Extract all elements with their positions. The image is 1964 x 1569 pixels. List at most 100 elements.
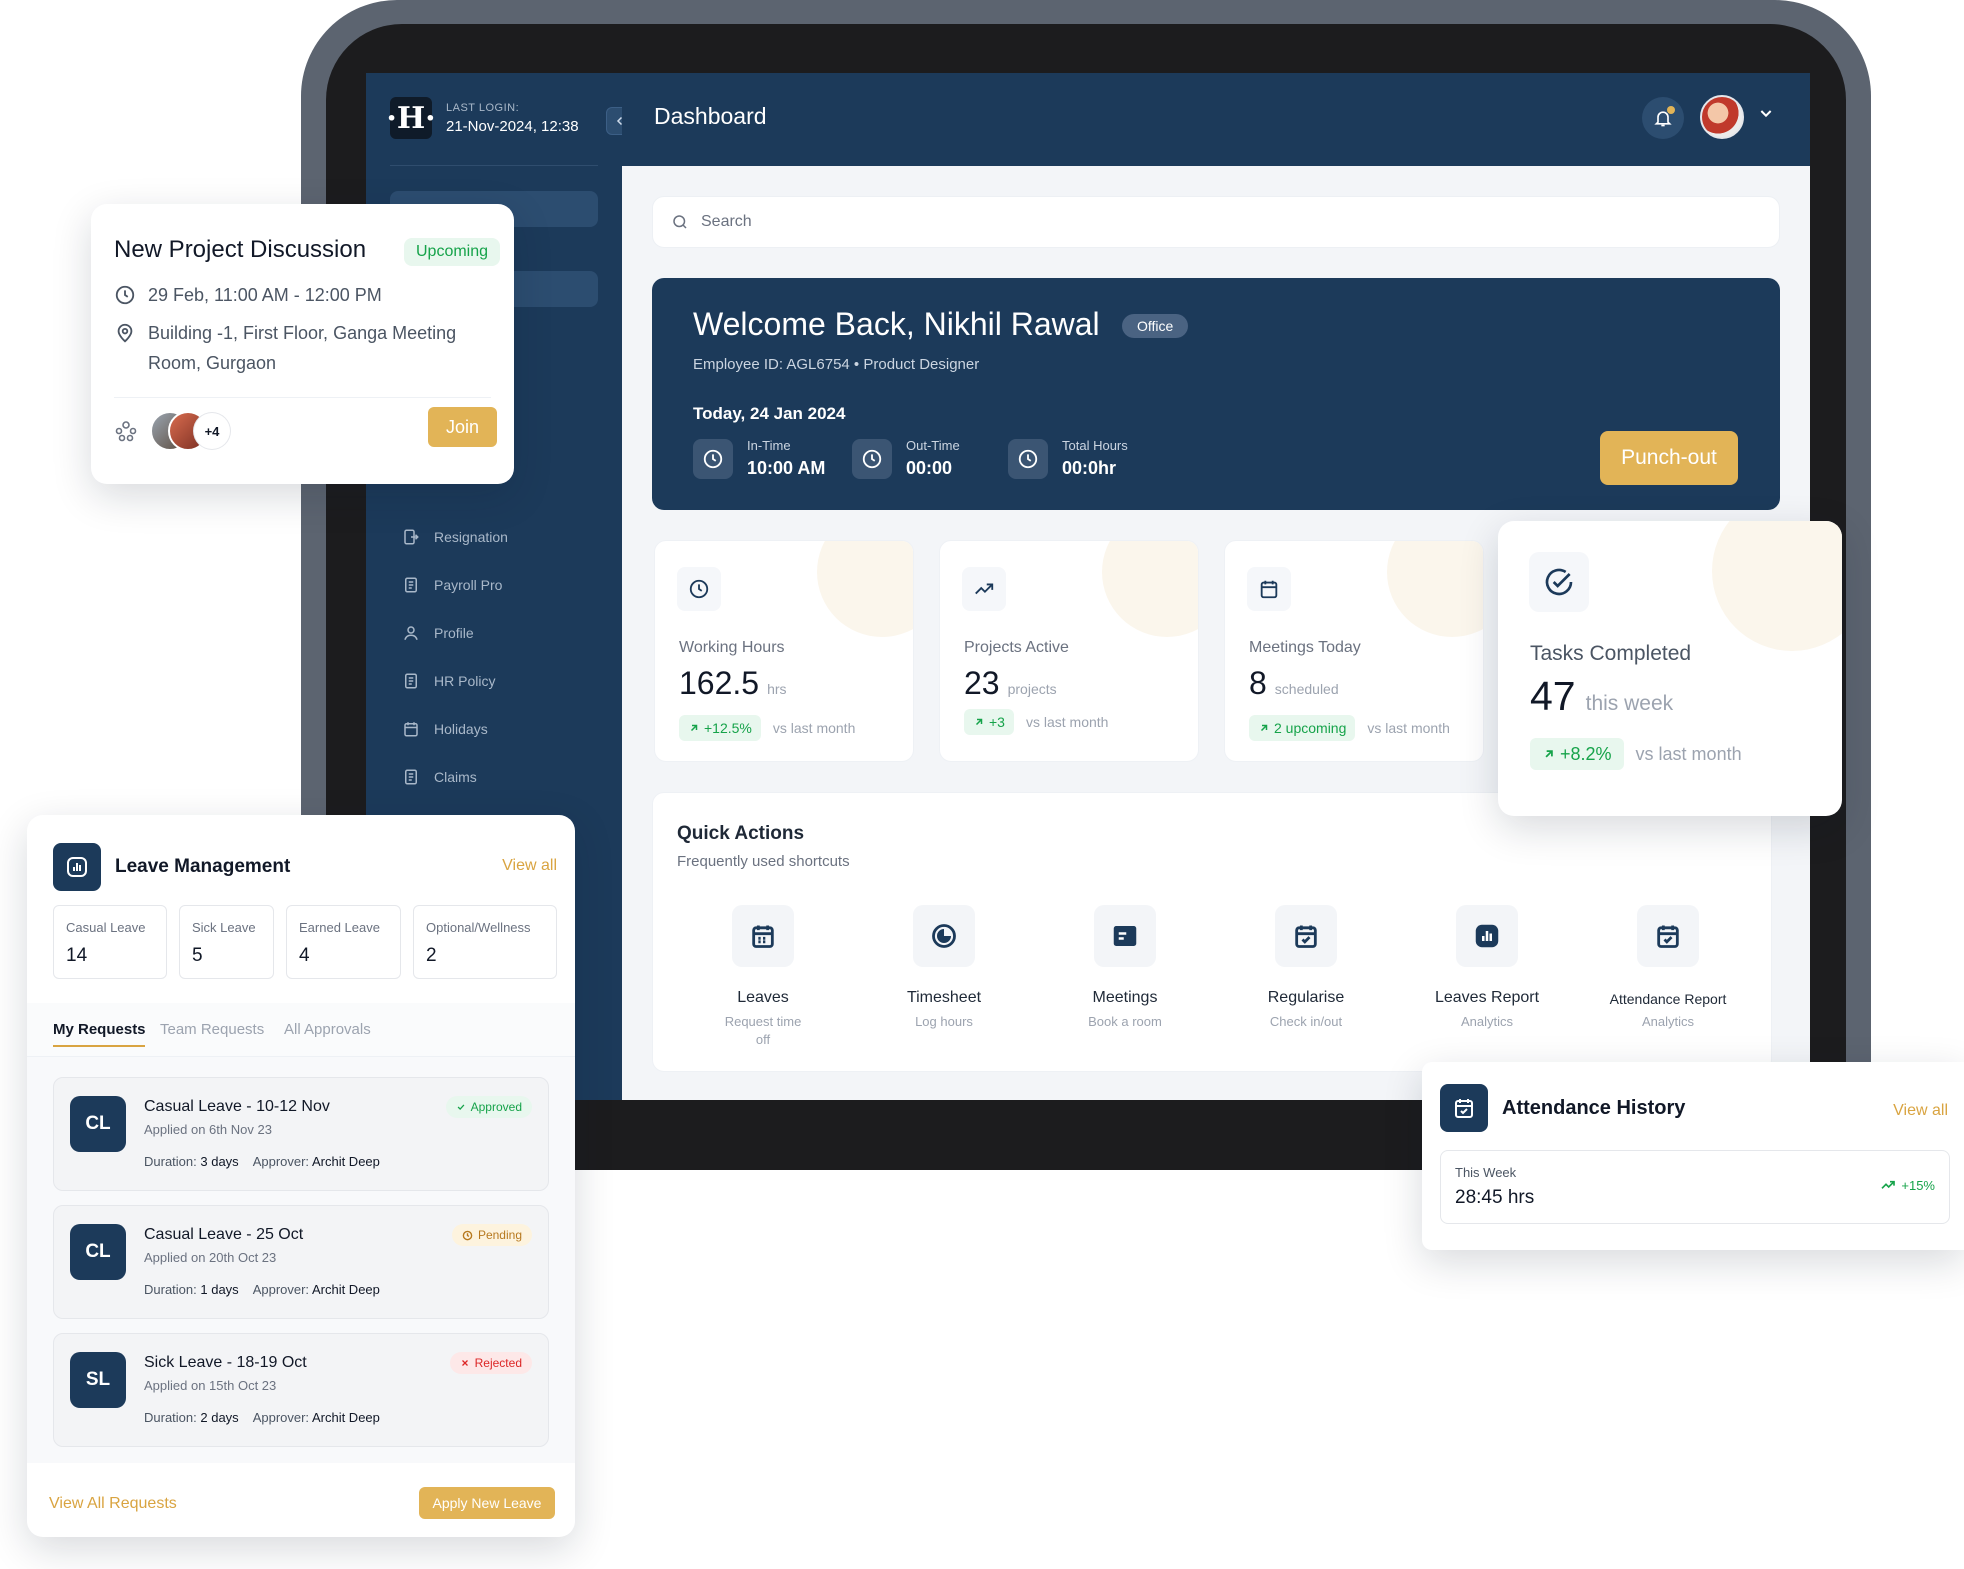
stat-card-projects-active: Projects Active 23 projects +3 vs last m…: [939, 540, 1199, 762]
leave-type-badge: SL: [70, 1352, 126, 1408]
request-applied-date: Applied on 20th Oct 23: [144, 1250, 277, 1265]
leave-type-badge: CL: [70, 1224, 126, 1280]
brand-logo[interactable]: ·H·: [386, 97, 436, 139]
duration-label: Duration:: [144, 1282, 197, 1297]
trend-badge: 2 upcoming: [1249, 715, 1356, 741]
document-icon: [405, 673, 417, 689]
week-hours: 28:45 hrs: [1455, 1187, 1535, 1208]
quick-action-label: Timesheet: [906, 989, 982, 1006]
card-decoration: [1102, 541, 1198, 637]
calendar-icon: [1247, 567, 1291, 611]
last-login-value: 21-Nov-2024, 12:38: [446, 117, 579, 135]
apply-new-leave-button[interactable]: Apply New Leave: [419, 1487, 555, 1519]
sidebar-item-claims[interactable]: Claims: [402, 753, 508, 801]
quick-action-timesheet[interactable]: Timesheet Log hours: [864, 905, 1024, 1031]
location-pin-icon: [117, 323, 133, 343]
meeting-location: Building -1, First Floor, Ganga Meeting …: [148, 323, 457, 373]
search-input[interactable]: Search: [701, 213, 752, 231]
leave-request-item[interactable]: CL Casual Leave - 25 Oct Applied on 20th…: [53, 1205, 549, 1319]
today-date: Today, 24 Jan 2024: [693, 404, 846, 423]
quick-action-desc: Request time off: [724, 1014, 802, 1047]
sidebar-item-hr-policy[interactable]: HR Policy: [402, 657, 508, 705]
out-time-value: 00:00: [906, 458, 953, 478]
notifications-button[interactable]: [1642, 97, 1684, 139]
quick-action-leaves[interactable]: Leaves Request time off: [683, 905, 843, 1049]
request-title: Casual Leave - 25 Oct: [144, 1226, 304, 1243]
leave-request-item[interactable]: SL Sick Leave - 18-19 Oct Applied on 15t…: [53, 1333, 549, 1447]
quick-action-attendance-report[interactable]: Attendance Report Analytics: [1588, 905, 1748, 1031]
welcome-title: Welcome Back, Nikhil Rawal: [693, 306, 1100, 342]
quick-action-regularise[interactable]: Regularise Check in/out: [1226, 905, 1386, 1031]
sidebar-item-label: Profile: [434, 625, 474, 641]
user-icon: [404, 626, 418, 640]
trend-badge: +12.5%: [679, 715, 761, 741]
sidebar-item-label: Resignation: [434, 529, 508, 545]
trend-note: vs last month: [1367, 720, 1450, 736]
duration-value: 2 days: [200, 1410, 239, 1425]
punch-out-button[interactable]: Punch-out: [1600, 431, 1738, 485]
check-circle-icon: [1529, 552, 1589, 612]
trend-value: +12.5%: [704, 720, 752, 736]
arrow-up-right-icon: [690, 724, 698, 732]
stat-value: 8: [1249, 665, 1267, 701]
quick-action-desc: Analytics: [1641, 1014, 1695, 1029]
sidebar-item-profile[interactable]: Profile: [402, 609, 508, 657]
quick-action-leaves-report[interactable]: Leaves Report Analytics: [1407, 905, 1567, 1031]
quick-action-desc: Book a room: [1088, 1014, 1162, 1029]
card-decoration: [1712, 521, 1842, 651]
sidebar-item-resignation[interactable]: Resignation: [402, 513, 508, 561]
total-hours-value: 00:0hr: [1062, 458, 1117, 478]
tasks-completed-card: Tasks Completed 47 this week +8.2% vs la…: [1498, 521, 1842, 816]
sidebar-item-label: Payroll Pro: [434, 577, 503, 593]
quick-actions-title: Quick Actions: [677, 823, 805, 844]
sidebar-nav: Resignation Payroll Pro Profile HR Polic…: [402, 513, 508, 801]
document-icon: [405, 577, 417, 593]
clock-icon: [913, 905, 975, 967]
leave-view-all-link[interactable]: View all: [502, 857, 557, 875]
leave-balances: Casual Leave 14 Sick Leave 5 Earned Leav…: [53, 905, 557, 979]
tasks-value: 47: [1530, 673, 1576, 719]
tab-my-requests[interactable]: My Requests: [53, 1021, 146, 1038]
work-mode-badge: Office: [1122, 314, 1189, 338]
arrow-up-right-icon: [975, 718, 983, 726]
total-hours-label: Total Hours: [1062, 438, 1128, 453]
status-badge: Rejected: [449, 1352, 532, 1374]
total-hours-block: Total Hours 00:0hr: [1008, 438, 1128, 479]
approver-label: Approver:: [252, 1282, 310, 1297]
in-time-label: In-Time: [747, 438, 791, 453]
leave-balance-earned: Earned Leave 4: [286, 905, 401, 979]
trend-note: vs last month: [1025, 714, 1109, 730]
user-avatar[interactable]: [1700, 95, 1744, 139]
search-icon: [673, 215, 687, 229]
group-icon: [115, 421, 137, 442]
approver-value: Archit Deep: [311, 1410, 380, 1425]
quick-action-desc: Check in/out: [1269, 1014, 1343, 1029]
account-menu-button[interactable]: [1758, 105, 1774, 126]
calendar-check-icon: [1440, 1084, 1488, 1132]
tab-all-approvals[interactable]: All Approvals: [284, 1021, 371, 1038]
chevron-down-icon: [1760, 110, 1772, 118]
approver-value: Archit Deep: [311, 1282, 380, 1297]
quick-action-meetings[interactable]: Meetings Book a room: [1045, 905, 1205, 1031]
leave-request-item[interactable]: CL Casual Leave - 10-12 Nov Applied on 6…: [53, 1077, 549, 1191]
avatar-stack[interactable]: +4: [150, 409, 230, 453]
leave-balance-casual: Casual Leave 14: [53, 905, 167, 979]
sidebar-item-payroll-pro[interactable]: Payroll Pro: [402, 561, 508, 609]
approver-label: Approver:: [252, 1154, 310, 1169]
sidebar-item-holidays[interactable]: Holidays: [402, 705, 508, 753]
attendance-history-card: Attendance History View all This Week 28…: [1422, 1062, 1964, 1250]
join-meeting-button[interactable]: Join: [428, 407, 497, 447]
view-all-requests-link[interactable]: View All Requests: [49, 1495, 177, 1513]
duration-value: 3 days: [200, 1154, 239, 1169]
week-label: This Week: [1455, 1165, 1517, 1180]
leave-header: Leave Management: [53, 843, 290, 891]
top-bar: Dashboard: [622, 73, 1810, 166]
document-icon: [405, 769, 417, 785]
close-icon: [461, 1360, 468, 1366]
attendance-view-all-link[interactable]: View all: [1893, 1102, 1948, 1120]
quick-action-label: Meetings: [1092, 989, 1158, 1006]
tab-team-requests[interactable]: Team Requests: [160, 1021, 264, 1038]
meeting-location-row: Building -1, First Floor, Ganga Meeting …: [114, 318, 484, 378]
search-bar[interactable]: Search: [652, 196, 1780, 248]
tasks-label: Tasks Completed: [1530, 642, 1692, 665]
